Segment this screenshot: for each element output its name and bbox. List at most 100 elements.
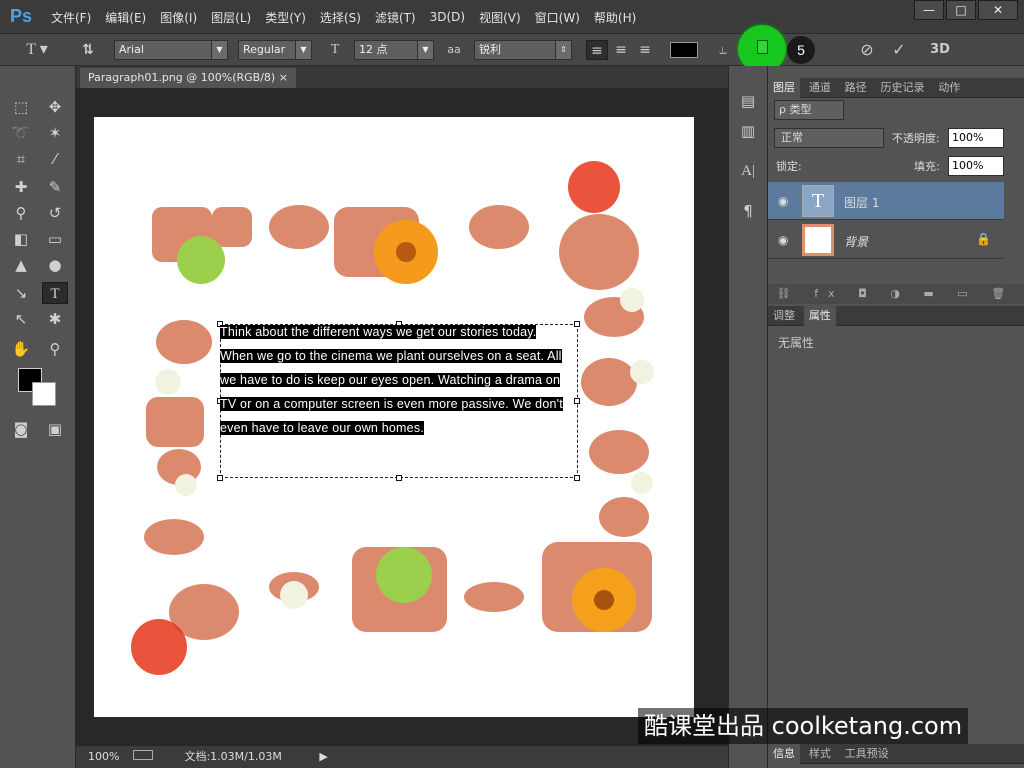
antialias-select[interactable]: 锐利 ⇕ bbox=[474, 40, 572, 60]
layer-row-background[interactable]: ◉ 背景 🔒 bbox=[768, 221, 1004, 259]
menu-3d[interactable]: 3D(D) bbox=[423, 10, 472, 24]
commit-edit-icon[interactable]: ✓ bbox=[888, 40, 910, 60]
history-brush-icon[interactable]: ↺ bbox=[42, 202, 68, 224]
marquee-tool-icon[interactable]: ⬚ bbox=[8, 96, 34, 118]
text-color-swatch[interactable] bbox=[670, 42, 698, 58]
healing-brush-icon[interactable]: ✚ bbox=[8, 176, 34, 198]
layer-actions-bar[interactable]: ⛓ fx ◘ ◑ ▬ ▭ 🗑 bbox=[768, 284, 1024, 304]
paragraph-text[interactable]: Think about the different ways we get ou… bbox=[220, 320, 576, 440]
paragraph-panel-icon[interactable]: ¶ bbox=[735, 200, 761, 222]
eye-icon[interactable]: ◉ bbox=[778, 194, 788, 208]
brush-tool-icon[interactable]: ✎ bbox=[42, 176, 68, 198]
layer-name[interactable]: 图层 1 bbox=[844, 194, 879, 211]
menu-image[interactable]: 图像(I) bbox=[153, 9, 204, 26]
screen-mode-icon[interactable]: ▣ bbox=[42, 418, 68, 440]
blend-mode-select[interactable]: 正常 bbox=[774, 128, 884, 148]
layer-filter-select[interactable]: ρ 类型 bbox=[774, 100, 844, 120]
cancel-edit-icon[interactable]: ⊘ bbox=[856, 40, 878, 60]
tab-close-icon[interactable]: × bbox=[279, 71, 288, 84]
opacity-label: 不透明度: bbox=[892, 132, 940, 145]
align-left-icon[interactable]: ≡ bbox=[586, 40, 608, 60]
background-layer-thumb bbox=[802, 224, 834, 256]
opacity-input[interactable]: 100% bbox=[948, 128, 1004, 148]
layer-name[interactable]: 背景 bbox=[844, 233, 868, 250]
lasso-tool-icon[interactable]: ➰ bbox=[8, 122, 34, 144]
crop-tool-icon[interactable]: ⌗ bbox=[8, 148, 34, 170]
menu-view[interactable]: 视图(V) bbox=[472, 9, 528, 26]
zoom-level[interactable]: 100% bbox=[88, 750, 119, 763]
restore-button[interactable]: □ bbox=[946, 0, 976, 20]
zoom-tool-icon[interactable]: ⚲ bbox=[42, 338, 68, 360]
paragraph-line: Think about the different ways we get ou… bbox=[220, 325, 537, 339]
menu-layer[interactable]: 图层(L) bbox=[204, 9, 258, 26]
eyedropper-icon[interactable]: ⁄ bbox=[42, 148, 68, 170]
document-canvas[interactable]: Think about the different ways we get ou… bbox=[94, 117, 694, 717]
path-selection-icon[interactable]: ↖ bbox=[8, 308, 34, 330]
menu-help[interactable]: 帮助(H) bbox=[587, 9, 643, 26]
eye-icon[interactable]: ◉ bbox=[778, 233, 788, 247]
menu-bar: Ps 文件(F) 编辑(E) 图像(I) 图层(L) 类型(Y) 选择(S) 滤… bbox=[0, 0, 1024, 34]
menu-edit[interactable]: 编辑(E) bbox=[98, 9, 153, 26]
bbox-handle-br[interactable] bbox=[574, 475, 580, 481]
bbox-handle-bc[interactable] bbox=[396, 475, 402, 481]
hand-tool-icon[interactable]: ✋ bbox=[8, 338, 34, 360]
move-tool-icon[interactable]: ✥ bbox=[42, 96, 68, 118]
layers-panel-tabs: 图层 通道 路径 历史记录 动作 bbox=[768, 78, 1024, 98]
blur-tool-icon[interactable]: ▲ bbox=[8, 254, 34, 276]
status-preview-icon[interactable] bbox=[132, 750, 153, 760]
bbox-handle-bl[interactable] bbox=[217, 475, 223, 481]
tab-layers[interactable]: 图层 bbox=[768, 78, 800, 98]
gradient-tool-icon[interactable]: ▭ bbox=[42, 228, 68, 250]
tab-paths[interactable]: 路径 bbox=[840, 78, 872, 98]
menu-type[interactable]: 类型(Y) bbox=[258, 9, 313, 26]
align-center-icon[interactable]: ≡ bbox=[610, 40, 632, 60]
toggle-orientation-icon[interactable]: ⇅ bbox=[76, 40, 100, 60]
status-menu-arrow-icon[interactable]: ▶ bbox=[319, 750, 327, 763]
tab-styles[interactable]: 样式 bbox=[804, 744, 836, 764]
type-tool-preset-icon[interactable]: T ▾ bbox=[22, 40, 52, 60]
font-size-select[interactable]: 12 点 ▼ bbox=[354, 40, 434, 60]
watermark: 酷课堂出品 coolketang.com bbox=[638, 708, 969, 744]
window-controls: — □ ✕ bbox=[912, 0, 1018, 20]
tab-actions[interactable]: 动作 bbox=[933, 78, 965, 98]
panel-icon-strip: ▤ ▥ A| ¶ bbox=[728, 66, 768, 768]
quick-mask-icon[interactable]: ◙ bbox=[8, 418, 34, 440]
eraser-tool-icon[interactable]: ◧ bbox=[8, 228, 34, 250]
magic-wand-icon[interactable]: ✶ bbox=[42, 122, 68, 144]
pen-tool-icon[interactable]: ↘ bbox=[8, 282, 34, 304]
type-tool-icon[interactable]: T bbox=[42, 282, 68, 304]
font-size-icon: T bbox=[330, 42, 340, 57]
menu-select[interactable]: 选择(S) bbox=[313, 9, 368, 26]
history-panel-icon[interactable]: ▤ bbox=[735, 90, 761, 112]
font-family-select[interactable]: Arial ▼ bbox=[114, 40, 228, 60]
warp-text-icon[interactable]: ⥿ bbox=[712, 40, 734, 60]
photoshop-logo: Ps bbox=[10, 6, 33, 26]
tab-properties[interactable]: 属性 bbox=[803, 306, 836, 326]
menu-window[interactable]: 窗口(W) bbox=[528, 9, 587, 26]
tab-channels[interactable]: 通道 bbox=[804, 78, 836, 98]
close-button[interactable]: ✕ bbox=[978, 0, 1018, 20]
tab-tool-presets[interactable]: 工具预设 bbox=[840, 744, 894, 764]
lock-label: 锁定: bbox=[776, 160, 802, 173]
fill-label: 填充: bbox=[914, 160, 940, 173]
paragraph-line: even have to leave our own homes. bbox=[220, 421, 424, 435]
tab-adjustments[interactable]: 调整 bbox=[768, 306, 800, 326]
clone-stamp-icon[interactable]: ⚲ bbox=[8, 202, 34, 224]
minimize-button[interactable]: — bbox=[914, 0, 944, 20]
tab-info[interactable]: 信息 bbox=[768, 744, 800, 764]
character-panel-icon[interactable]: A| bbox=[735, 160, 761, 182]
menu-file[interactable]: 文件(F) bbox=[44, 9, 98, 26]
tab-history[interactable]: 历史记录 bbox=[875, 78, 929, 98]
align-right-icon[interactable]: ≡ bbox=[634, 40, 656, 60]
menu-filter[interactable]: 滤镜(T) bbox=[368, 9, 423, 26]
info-panel-icon[interactable]: ▥ bbox=[735, 120, 761, 142]
shape-tool-icon[interactable]: ✱ bbox=[42, 308, 68, 330]
3d-icon[interactable]: 3D bbox=[926, 40, 954, 60]
background-color-swatch[interactable] bbox=[32, 382, 56, 406]
paragraph-line: we have to do is keep our eyes open. Wat… bbox=[220, 373, 561, 387]
layer-row-text[interactable]: ◉ T 图层 1 bbox=[768, 182, 1004, 220]
document-tab[interactable]: Paragraph01.png @ 100%(RGB/8) × bbox=[80, 68, 296, 88]
font-style-select[interactable]: Regular ▼ bbox=[238, 40, 312, 60]
fill-input[interactable]: 100% bbox=[948, 156, 1004, 176]
dodge-tool-icon[interactable]: ● bbox=[42, 254, 68, 276]
